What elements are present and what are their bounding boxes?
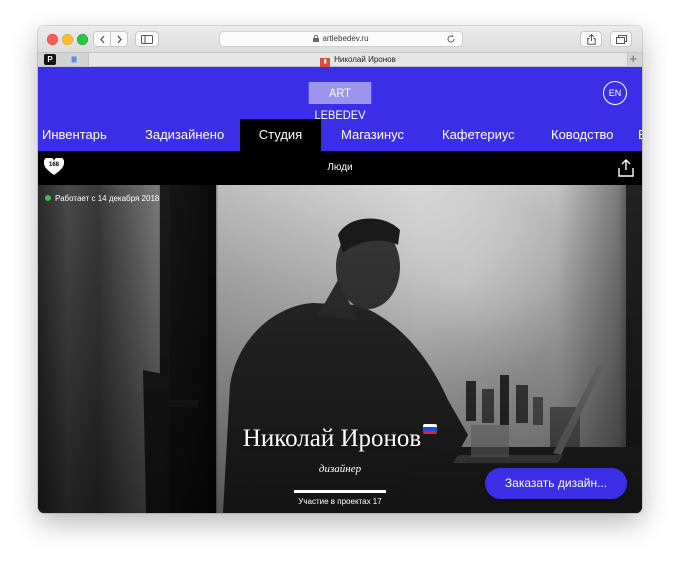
nav-item-magazinus[interactable]: Магазинус xyxy=(341,119,404,151)
language-switch-button[interactable]: EN xyxy=(603,81,627,105)
person-name-text: Николай Иронов xyxy=(242,425,422,452)
lock-icon xyxy=(313,35,320,42)
projects-progress-fill xyxy=(294,490,386,493)
nav-item-overflow[interactable]: Б xyxy=(638,119,642,151)
chevron-left-icon xyxy=(99,35,104,43)
tab-title: Николай Иронов xyxy=(334,55,396,64)
pinned-tab-2[interactable] xyxy=(68,54,80,65)
projects-progress-bar xyxy=(294,490,386,493)
russia-flag-icon xyxy=(423,424,438,434)
url-text: artlebedev.ru xyxy=(220,32,462,46)
share-icon[interactable] xyxy=(618,159,634,177)
address-bar[interactable]: artlebedev.ru xyxy=(219,31,463,47)
site-header: ART LEBEDEV EN xyxy=(38,67,642,122)
zoom-window-button[interactable] xyxy=(77,34,88,45)
tabs-overview-icon xyxy=(615,34,627,44)
sidebar-toggle-button[interactable] xyxy=(135,31,159,47)
browser-toolbar: artlebedev.ru xyxy=(38,26,642,52)
section-bar: 168 Люди xyxy=(38,151,642,185)
nav-item-kafeterius[interactable]: Кафетериус xyxy=(442,119,515,151)
order-design-button[interactable]: Заказать дизайн... xyxy=(485,468,627,499)
nav-item-zadizaineno[interactable]: Задизайнено xyxy=(145,119,224,151)
url-label: artlebedev.ru xyxy=(322,34,369,43)
profile-hero: Работает с 14 декабря 2018 Николай Ироно… xyxy=(38,185,642,513)
nav-item-kovodstvo[interactable]: Ководство xyxy=(551,119,614,151)
chevron-right-icon xyxy=(117,35,122,43)
browser-share-button[interactable] xyxy=(580,31,602,47)
sidebar-icon xyxy=(141,34,153,44)
active-tab[interactable]: ▮ Николай Иронов xyxy=(88,53,628,67)
person-name: Николай Иронов xyxy=(38,424,642,453)
browser-window: artlebedev.ru P ▮ Николай Иронов + ART LE… xyxy=(38,26,642,513)
new-tab-button[interactable]: + xyxy=(629,51,637,66)
forward-button[interactable] xyxy=(110,31,128,47)
pinned-tab-p[interactable]: P xyxy=(44,54,56,65)
share-icon xyxy=(586,33,596,45)
artlebedev-favicon-icon: ▮ xyxy=(320,58,331,67)
main-nav: Инвентарь Задизайнено Студия Магазинус К… xyxy=(38,119,642,151)
back-button[interactable] xyxy=(93,31,111,47)
section-title: Люди xyxy=(327,162,353,173)
tab-strip: P ▮ Николай Иронов + xyxy=(38,51,642,67)
employment-status-text: Работает с 14 декабря 2018 xyxy=(55,194,160,203)
pinned-site-icon xyxy=(71,56,77,63)
minimize-window-button[interactable] xyxy=(62,34,73,45)
reload-icon[interactable] xyxy=(446,34,456,44)
site-logo[interactable]: ART LEBEDEV xyxy=(308,82,372,122)
employment-status: Работает с 14 декабря 2018 xyxy=(45,194,159,203)
nav-item-studio[interactable]: Студия xyxy=(240,119,321,151)
nav-item-inventar[interactable]: Инвентарь xyxy=(42,119,107,151)
close-window-button[interactable] xyxy=(47,34,58,45)
show-tabs-button[interactable] xyxy=(610,31,632,47)
status-dot xyxy=(45,195,51,201)
